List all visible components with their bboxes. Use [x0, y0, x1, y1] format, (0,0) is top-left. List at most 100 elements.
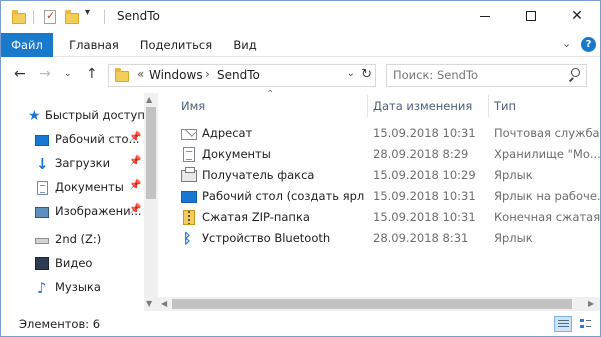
- navigation-pane: ★ Быстрый доступ Рабочий сто... 📌 ↓ Загр…: [1, 93, 158, 311]
- details-view-icon: [558, 320, 569, 329]
- video-icon: [35, 257, 49, 270]
- scroll-right-icon[interactable]: ▶: [588, 299, 594, 308]
- drive-icon: [35, 238, 49, 244]
- fax-icon: [181, 167, 197, 182]
- minimize-icon: [480, 15, 490, 17]
- divider: [104, 10, 105, 24]
- sidebar-item-label: Документы: [55, 180, 124, 194]
- file-date: 15.09.2018 10:31: [373, 210, 476, 224]
- file-type: Конечная сжатая ...: [494, 210, 600, 224]
- help-icon[interactable]: ?: [581, 37, 596, 52]
- desktop-icon: [181, 191, 197, 203]
- sidebar-item-label: Видео: [55, 256, 93, 270]
- customize-dropdown-icon[interactable]: ▾: [85, 7, 90, 18]
- sidebar-item-drive-z[interactable]: 2nd (Z:): [1, 229, 143, 251]
- file-date: 28.09.2018 8:29: [373, 147, 469, 161]
- file-list-scrollbar[interactable]: ◀ ▶: [158, 297, 600, 311]
- folder-icon: [115, 68, 129, 82]
- sidebar-item-pictures[interactable]: Изображени... 📌: [1, 201, 143, 223]
- tab-file[interactable]: Файл: [1, 33, 53, 57]
- sidebar-item-label: 2nd (Z:): [55, 232, 102, 246]
- pin-icon: 📌: [129, 204, 142, 215]
- folder-icon: [12, 10, 26, 24]
- scroll-down-icon[interactable]: ▼: [146, 299, 152, 308]
- column-header-date[interactable]: Дата изменения: [373, 95, 472, 117]
- large-icons-view-button[interactable]: [577, 316, 595, 332]
- recent-dropdown-icon[interactable]: ⌄: [64, 69, 72, 79]
- column-divider[interactable]: [367, 95, 368, 117]
- file-type: Ярлык на рабоче...: [494, 189, 600, 203]
- close-button[interactable]: ✕: [554, 1, 600, 31]
- chevron-right-icon[interactable]: ›: [205, 67, 210, 81]
- window-title: SendTo: [117, 9, 160, 23]
- file-name: Адресат: [202, 126, 253, 140]
- sidebar-item-video[interactable]: Видео: [1, 253, 143, 275]
- address-history-dropdown-icon[interactable]: ⌄: [347, 68, 355, 79]
- file-type: Ярлык: [494, 168, 533, 182]
- tab-share[interactable]: Поделиться: [135, 33, 217, 57]
- maximize-button[interactable]: [508, 1, 554, 31]
- search-input[interactable]: [393, 68, 553, 82]
- details-view-button[interactable]: [554, 316, 572, 332]
- back-button[interactable]: ←: [14, 66, 26, 82]
- ribbon-tabs: Файл Главная Поделиться Вид ⌄ ?: [1, 33, 600, 57]
- scrollbar-thumb[interactable]: [146, 107, 156, 199]
- file-name: Документы: [202, 147, 271, 161]
- file-type: Хранилище "Мо...: [494, 147, 600, 161]
- status-bar: Элементов: 6: [1, 312, 600, 336]
- pin-icon: 📌: [129, 132, 142, 143]
- file-date: 15.09.2018 10:31: [373, 126, 476, 140]
- forward-button[interactable]: →: [39, 66, 51, 82]
- up-button[interactable]: ↑: [86, 66, 98, 82]
- file-date: 15.09.2018 10:31: [373, 189, 476, 203]
- tab-home[interactable]: Главная: [63, 33, 125, 57]
- sidebar-item-downloads[interactable]: ↓ Загрузки 📌: [1, 153, 143, 175]
- scroll-up-icon[interactable]: ▲: [146, 95, 152, 104]
- minimize-button[interactable]: [462, 1, 508, 31]
- close-icon: ✕: [571, 8, 583, 24]
- pictures-icon: [35, 207, 49, 218]
- sidebar-item-label: Быстрый доступ: [45, 108, 145, 122]
- refresh-icon[interactable]: ↻: [361, 67, 372, 82]
- music-icon: ♪: [37, 279, 47, 297]
- file-row[interactable]: Рабочий стол (создать ярл... 15.09.2018 …: [173, 186, 600, 207]
- column-header-type[interactable]: Тип: [494, 95, 516, 117]
- sidebar-item-quick-access[interactable]: ★ Быстрый доступ: [1, 105, 145, 127]
- file-name: Сжатая ZIP-папка: [202, 210, 310, 224]
- large-icons-view-icon: [580, 319, 591, 328]
- column-divider[interactable]: [488, 95, 489, 117]
- search-box[interactable]: [386, 64, 587, 87]
- sort-ascending-icon: ⌃: [266, 89, 275, 100]
- new-folder-icon[interactable]: [65, 10, 79, 24]
- sidebar-item-documents[interactable]: Документы 📌: [1, 177, 143, 199]
- expand-ribbon-icon[interactable]: ⌄: [562, 37, 571, 50]
- breadcrumb-windows[interactable]: Windows: [149, 68, 203, 82]
- address-bar[interactable]: « Windows › SendTo ⌄ ↻: [108, 64, 376, 87]
- file-name: Рабочий стол (создать ярл...: [202, 189, 364, 203]
- file-list: ⌃ Имя Дата изменения Тип Адресат 15.09.2…: [173, 89, 600, 311]
- file-row[interactable]: ᛒ Устройство Bluetooth 28.09.2018 8:31 Я…: [173, 228, 600, 249]
- sidebar-item-label: Загрузки: [55, 156, 111, 170]
- breadcrumb-overflow[interactable]: «: [137, 67, 144, 81]
- pin-icon: 📌: [129, 156, 142, 167]
- file-name: Получатель факса: [202, 168, 315, 182]
- documents-icon: [183, 147, 195, 162]
- sidebar-item-desktop[interactable]: Рабочий сто... 📌: [1, 129, 143, 151]
- properties-icon[interactable]: [44, 9, 56, 24]
- tab-view[interactable]: Вид: [227, 33, 263, 57]
- column-header-name[interactable]: Имя: [181, 95, 205, 117]
- scrollbar-thumb[interactable]: [172, 299, 572, 309]
- file-type: Почтовая служба: [494, 126, 600, 140]
- search-icon[interactable]: [568, 68, 580, 82]
- title-bar: ▾ SendTo ✕: [1, 1, 600, 33]
- sidebar-scrollbar[interactable]: ▲ ▼: [144, 93, 158, 311]
- sidebar-item-music[interactable]: ♪ Музыка: [1, 277, 143, 299]
- file-row[interactable]: Документы 28.09.2018 8:29 Хранилище "Мо.…: [173, 144, 600, 165]
- file-row[interactable]: Получатель факса 15.09.2018 10:29 Ярлык: [173, 165, 600, 186]
- scroll-left-icon[interactable]: ◀: [161, 299, 167, 308]
- file-row[interactable]: Адресат 15.09.2018 10:31 Почтовая служба: [173, 123, 600, 144]
- file-date: 15.09.2018 10:29: [373, 168, 476, 182]
- star-icon: ★: [28, 108, 41, 124]
- file-row[interactable]: Сжатая ZIP-папка 15.09.2018 10:31 Конечн…: [173, 207, 600, 228]
- breadcrumb-sendto[interactable]: SendTo: [217, 68, 260, 82]
